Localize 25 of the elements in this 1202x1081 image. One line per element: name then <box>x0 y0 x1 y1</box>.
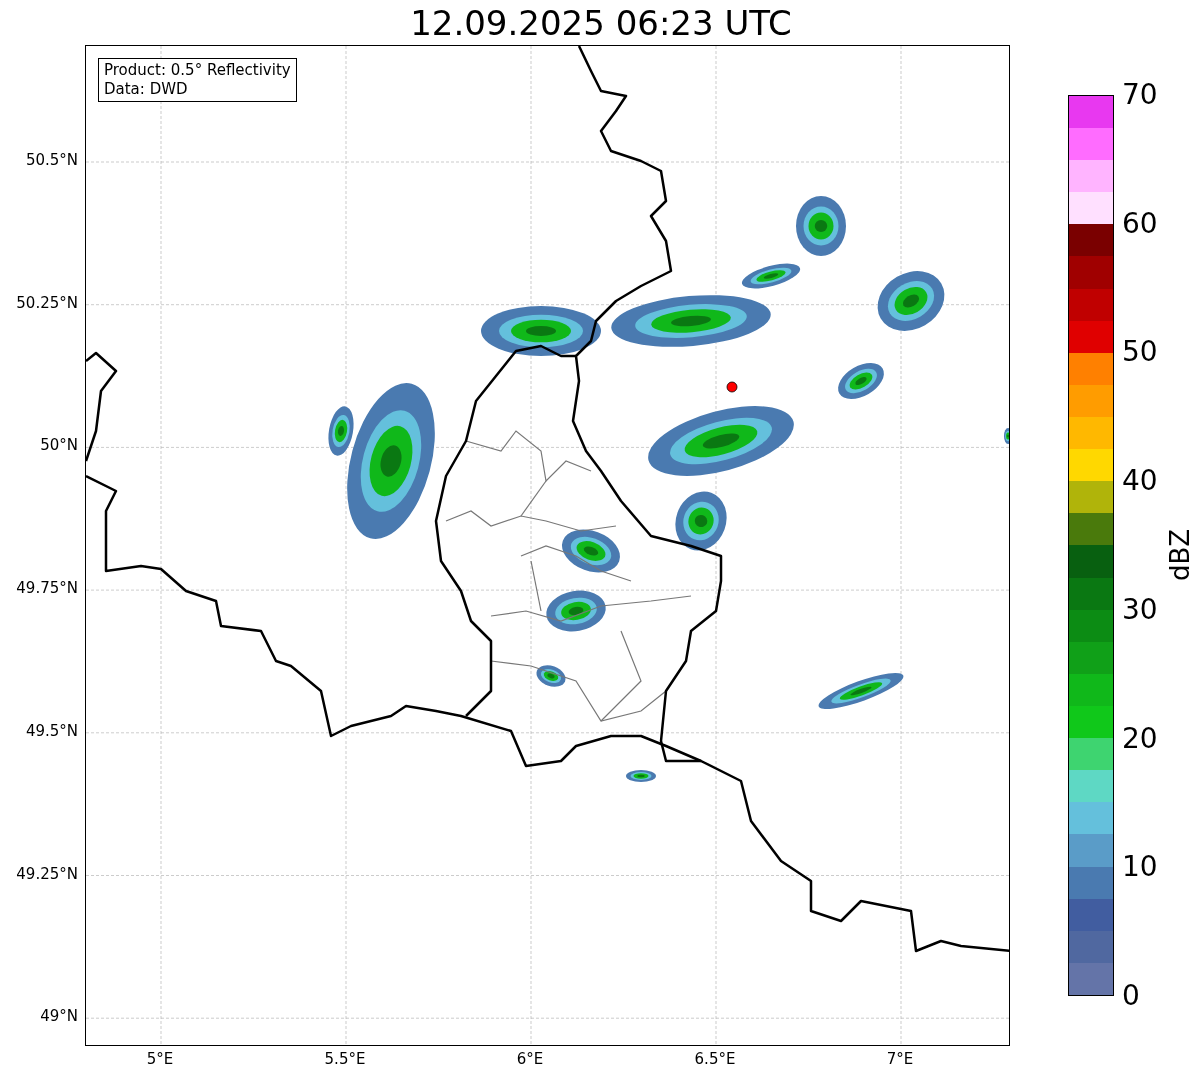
x-axis-label: 7°E <box>885 1052 915 1067</box>
colorbar-tick-label: 70 <box>1122 81 1158 109</box>
info-text: Product: 0.5° Reflectivity <box>104 61 291 80</box>
info-text: Data: DWD <box>104 80 189 99</box>
y-axis-label: 50.5°N <box>24 153 78 168</box>
colorbar-tick-label: 20 <box>1122 724 1158 753</box>
colorbar-label: dBZ <box>1167 528 1193 582</box>
colorbar-tick-label: 10 <box>1122 853 1158 882</box>
x-axis-label: 6.5°E <box>693 1052 737 1067</box>
colorbar-tick-label: 60 <box>1122 209 1158 238</box>
y-axis-label: 49°N <box>39 1009 78 1025</box>
colorbar-tick-label: 0 <box>1122 981 1140 1010</box>
x-axis-label: 5.5°E <box>323 1052 367 1067</box>
colorbar-tick-label: 50 <box>1122 338 1158 367</box>
colorbar-tick-label: 40 <box>1122 467 1158 496</box>
x-axis-label: 6°E <box>515 1052 545 1067</box>
y-axis-label: 49.75°N <box>15 581 78 597</box>
y-axis-label: 50°N <box>39 438 78 454</box>
y-axis-label: 50.25°N <box>15 295 78 311</box>
colorbar-tick-label: 30 <box>1122 595 1158 624</box>
y-axis-label: 49.25°N <box>15 866 78 882</box>
y-axis-label: 49.5°N <box>24 723 78 739</box>
x-axis-label: 5°E <box>145 1052 175 1067</box>
chart-title: 12.09.2025 06:23 UTC <box>410 5 792 40</box>
radar-site-marker <box>726 381 738 393</box>
